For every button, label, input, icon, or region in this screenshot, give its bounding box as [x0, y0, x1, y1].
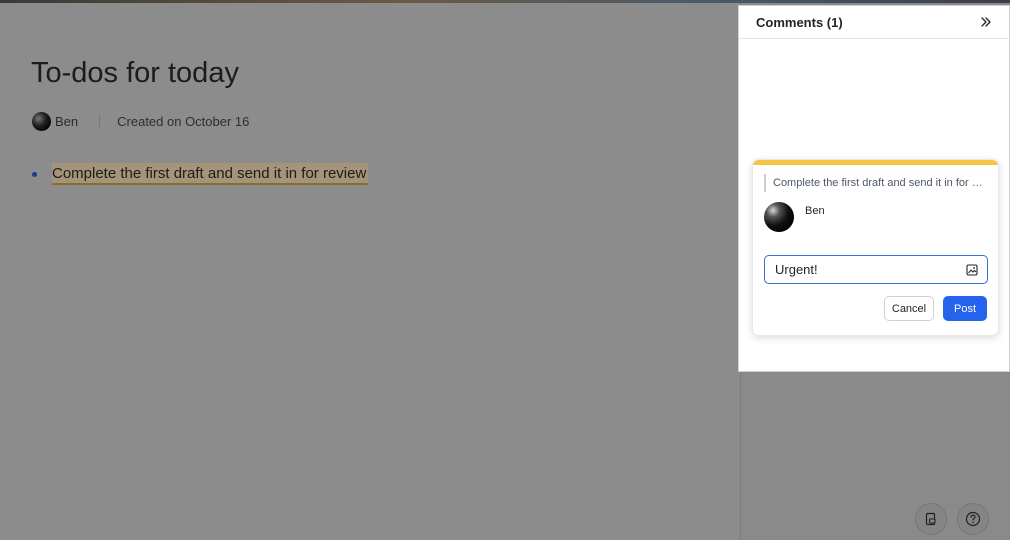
- document-meta: Ben Created on October 16: [32, 112, 249, 131]
- list-item: Complete the first draft and send it in …: [32, 163, 369, 185]
- comment-author-row: Ben: [764, 202, 998, 232]
- comment-input-box: [764, 255, 988, 284]
- author-name[interactable]: Ben: [55, 114, 78, 129]
- post-button[interactable]: Post: [943, 296, 987, 321]
- created-date: Created on October 16: [117, 114, 250, 129]
- comment-card-accent: [753, 160, 998, 165]
- comment-author-name: Ben: [805, 205, 825, 217]
- image-icon[interactable]: [965, 263, 979, 277]
- document-icon[interactable]: [915, 503, 947, 535]
- comment-card: Complete the first draft and send it in …: [752, 159, 999, 336]
- commented-text[interactable]: Complete the first draft and send it in …: [52, 163, 369, 185]
- help-circle-icon[interactable]: [957, 503, 989, 535]
- meta-divider: [99, 114, 101, 129]
- document-area: To-dos for today Ben Created on October …: [0, 3, 740, 540]
- comments-panel-title: Comments (1): [756, 14, 843, 30]
- comment-input[interactable]: [775, 262, 965, 277]
- page-title: To-dos for today: [31, 57, 239, 89]
- double-chevron-right-icon[interactable]: [977, 13, 995, 31]
- avatar[interactable]: [764, 202, 794, 232]
- cancel-button[interactable]: Cancel: [884, 296, 934, 321]
- bullet-icon: [32, 171, 37, 177]
- comments-panel-header: Comments (1): [739, 6, 1009, 39]
- author-avatar[interactable]: [32, 112, 51, 131]
- comment-actions: Cancel Post: [884, 296, 987, 321]
- comment-quote: Complete the first draft and send it in …: [764, 174, 986, 192]
